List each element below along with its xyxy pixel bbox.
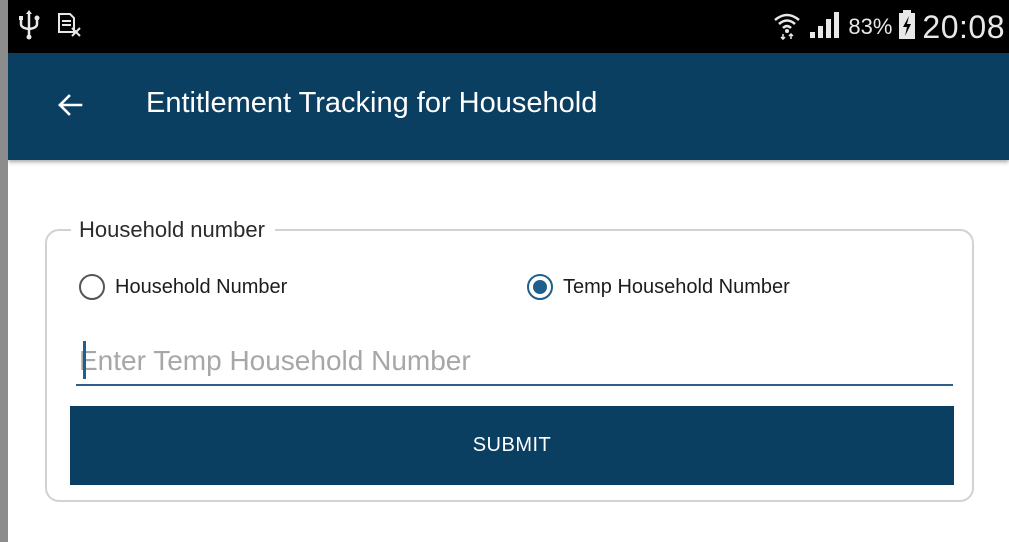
- radio-label-household-number: Household Number: [115, 275, 288, 298]
- window-left-edge: [0, 0, 8, 542]
- status-bar: 83% 20:08: [8, 0, 1009, 53]
- status-time: 20:08: [922, 8, 1005, 45]
- radio-selected-dot: [533, 280, 547, 294]
- status-left-icons: [18, 9, 82, 45]
- usb-icon: [18, 9, 40, 45]
- no-sim-icon: [56, 12, 82, 43]
- radio-household-number[interactable]: Household Number: [79, 272, 287, 302]
- battery-charging-icon: [898, 9, 916, 45]
- battery-percent: 83%: [848, 14, 893, 39]
- app-screen: 83% 20:08 Entitlement Tracking for House…: [8, 0, 1009, 542]
- temp-household-number-input[interactable]: [76, 338, 953, 386]
- radio-button-unchecked[interactable]: [79, 274, 105, 300]
- back-button[interactable]: [46, 83, 94, 131]
- status-right-icons: 83% 20:08: [772, 8, 1005, 46]
- back-arrow-icon: [57, 93, 83, 122]
- submit-button[interactable]: SUBMIT: [70, 406, 954, 485]
- page-title: Entitlement Tracking for Household: [146, 87, 598, 119]
- group-legend: Household number: [71, 215, 275, 245]
- household-number-group: Household number Household Number Temp H…: [45, 215, 974, 502]
- radio-label-temp-household-number: Temp Household Number: [563, 275, 790, 298]
- radio-button-checked[interactable]: [527, 274, 553, 300]
- signal-icon: [808, 10, 842, 45]
- app-bar: Entitlement Tracking for Household: [8, 53, 1009, 160]
- text-cursor: [83, 341, 86, 379]
- wifi-icon: [772, 10, 802, 45]
- radio-temp-household-number[interactable]: Temp Household Number: [527, 272, 790, 302]
